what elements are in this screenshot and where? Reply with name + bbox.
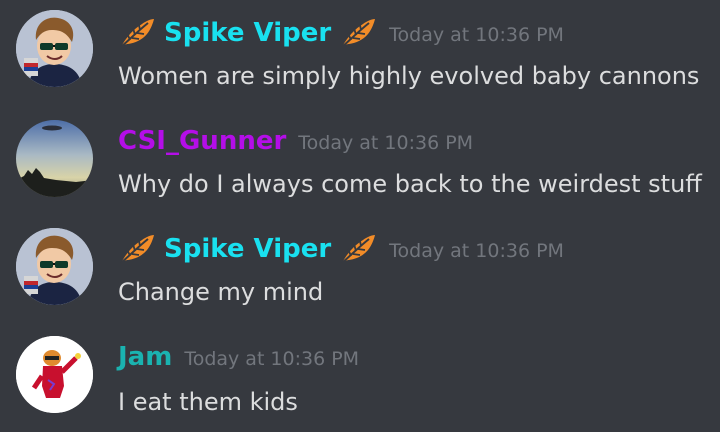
- message-item: CSI_Gunner Today at 10:36 PM Why do I al…: [0, 108, 720, 216]
- message-content: I eat them kids: [118, 388, 298, 416]
- message-content: Why do I always come back to the weirdes…: [118, 170, 702, 198]
- author-name[interactable]: Spike Viper: [164, 16, 331, 50]
- message-content: Women are simply highly evolved baby can…: [118, 62, 700, 90]
- timestamp: Today at 10:36 PM: [298, 132, 474, 154]
- avatar-spike-viper-image: [16, 10, 93, 87]
- message-item: Jam Today at 10:36 PM I eat them kids: [0, 324, 720, 432]
- author-name[interactable]: CSI_Gunner: [118, 124, 286, 158]
- message-item: Spike Viper Today at 10:36 PM Change my …: [0, 216, 720, 324]
- message-content: Change my mind: [118, 278, 324, 306]
- author-name[interactable]: Spike Viper: [164, 232, 331, 266]
- leaf-icon: [118, 233, 156, 265]
- avatar-jam-image: [16, 336, 93, 413]
- avatar-spike-viper-image: [16, 228, 93, 305]
- timestamp: Today at 10:36 PM: [389, 240, 564, 262]
- timestamp: Today at 10:36 PM: [184, 348, 360, 370]
- timestamp: Today at 10:36 PM: [389, 24, 564, 46]
- message-header: Spike Viper Today at 10:36 PM: [118, 16, 564, 50]
- leaf-icon: [118, 17, 156, 49]
- message-header: Jam Today at 10:36 PM: [118, 340, 359, 374]
- leaf-icon: [339, 233, 377, 265]
- leaf-icon: [339, 17, 377, 49]
- avatar[interactable]: [16, 10, 93, 87]
- avatar[interactable]: [16, 336, 93, 413]
- author-name[interactable]: Jam: [118, 340, 172, 374]
- avatar[interactable]: [16, 228, 93, 305]
- avatar-csi-gunner-image: [16, 120, 93, 197]
- avatar[interactable]: [16, 120, 93, 197]
- message-header: CSI_Gunner Today at 10:36 PM: [118, 124, 473, 158]
- message-header: Spike Viper Today at 10:36 PM: [118, 232, 564, 266]
- message-item: Spike Viper Today at 10:36 PM Women are …: [0, 0, 720, 108]
